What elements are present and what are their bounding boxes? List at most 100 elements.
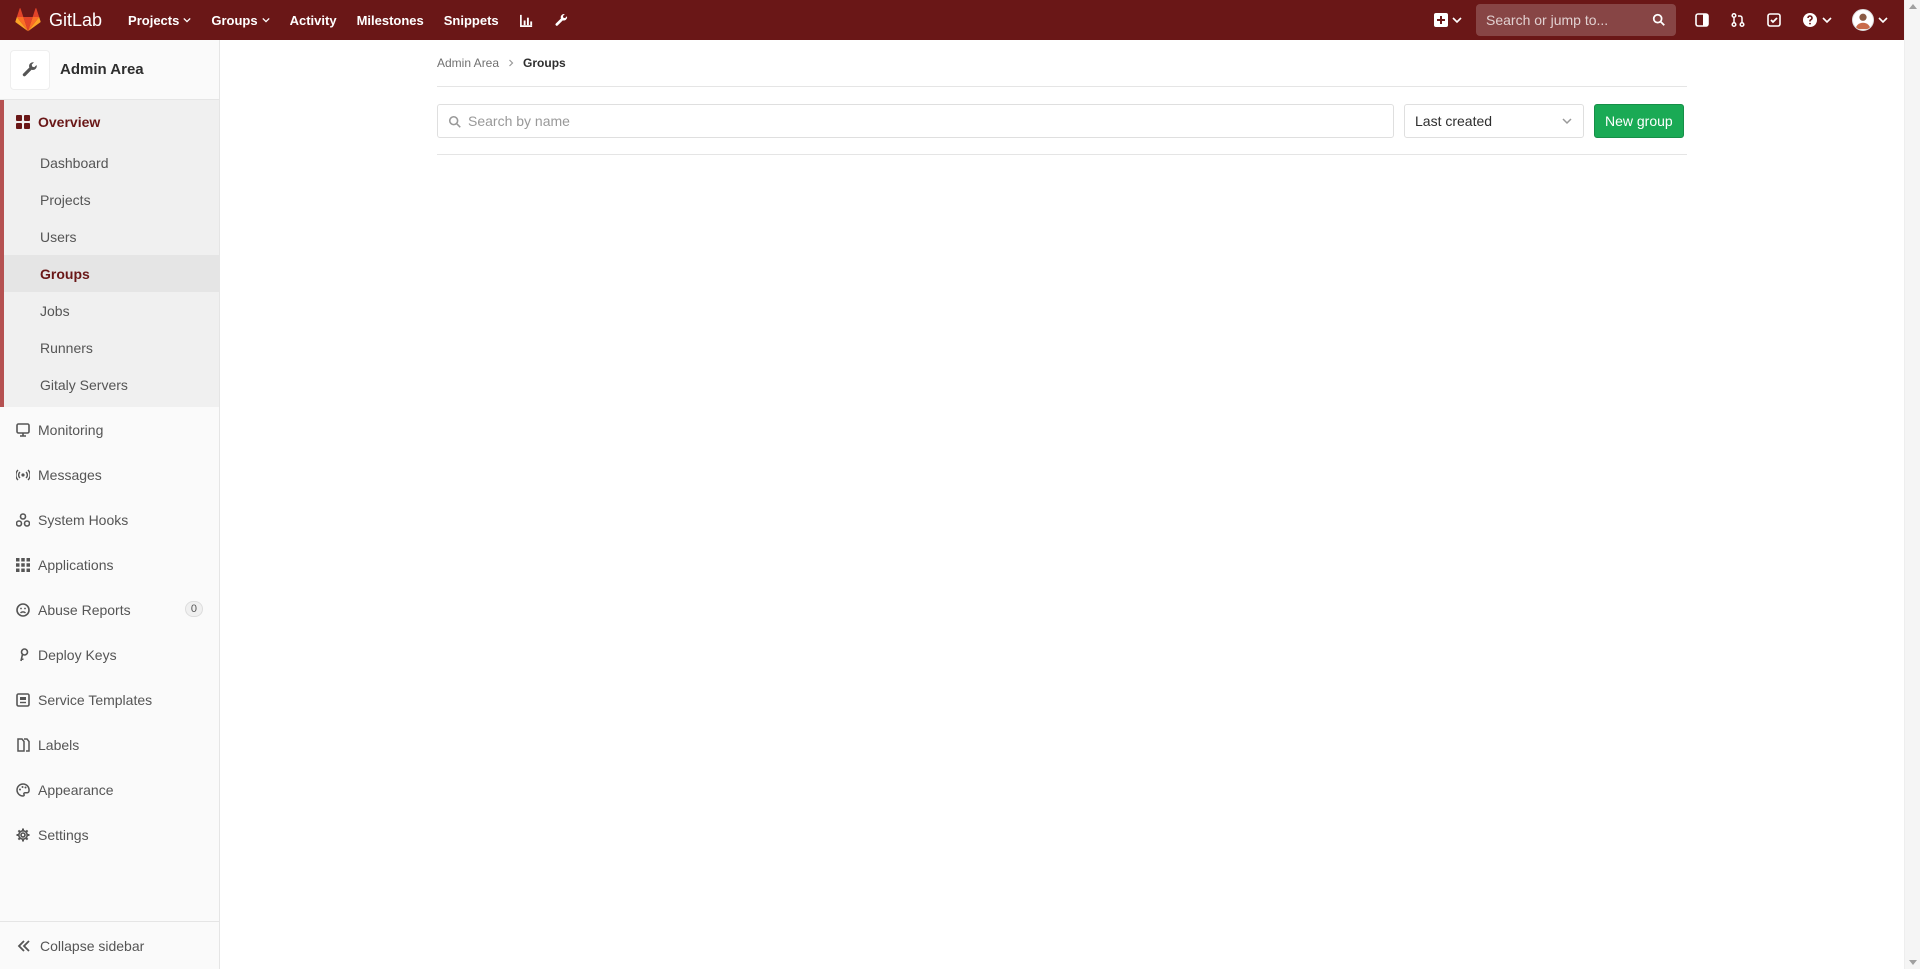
sidebar-subitem-gitaly-servers[interactable]: Gitaly Servers: [4, 366, 219, 403]
nav-projects-dropdown[interactable]: Projects: [118, 0, 201, 40]
sidebar-item-service-templates[interactable]: Service Templates: [0, 677, 219, 722]
sidebar-subitem-jobs[interactable]: Jobs: [4, 292, 219, 329]
brand-name: GitLab: [49, 9, 103, 30]
palette-icon: [16, 782, 30, 797]
sidebar-subitem-groups[interactable]: Groups: [4, 255, 219, 292]
global-search-input[interactable]: [1486, 12, 1646, 28]
sidebar-item-settings[interactable]: Settings: [0, 812, 219, 857]
monitor-icon: [16, 422, 30, 437]
sidebar-subitem-runners[interactable]: Runners: [4, 329, 219, 366]
context-header[interactable]: Admin Area: [0, 40, 219, 100]
chevron-right-icon: [509, 59, 514, 67]
nav-admin-area-link[interactable]: [544, 0, 579, 40]
sidebar-subitem-dashboard[interactable]: Dashboard: [4, 144, 219, 181]
scroll-down-arrow[interactable]: [1909, 960, 1917, 965]
breadcrumb: Admin Area Groups: [437, 40, 1687, 87]
template-icon: [16, 692, 30, 707]
sidebar-item-label: Monitoring: [38, 421, 104, 438]
abuse-reports-count-badge: 0: [184, 601, 203, 617]
admin-avatar: [10, 49, 50, 90]
labels-icon: [17, 737, 30, 752]
overview-sub-list: Dashboard Projects Users Groups Jobs Run…: [4, 144, 219, 407]
sidebar-item-appearance[interactable]: Appearance: [0, 767, 219, 812]
wrench-icon: [555, 13, 567, 26]
sidebar-item-label: System Hooks: [38, 511, 129, 528]
broadcast-icon: [16, 469, 30, 480]
nav-activity-chart-link[interactable]: [509, 0, 544, 40]
chevron-down-icon: [183, 17, 192, 23]
gitlab-home-link[interactable]: GitLab: [15, 0, 102, 40]
search-icon: [1652, 13, 1665, 26]
breadcrumb-admin-area[interactable]: Admin Area: [437, 56, 499, 70]
sidebar-subitem-projects[interactable]: Projects: [4, 181, 219, 218]
groups-filter-bar: Last created New group: [437, 87, 1687, 155]
collapse-sidebar-label: Collapse sidebar: [40, 937, 145, 954]
sidebar-toggle-icon: [1695, 13, 1709, 27]
double-chevron-left-icon: [17, 939, 30, 952]
page-scrollbar[interactable]: [1904, 0, 1920, 969]
admin-sidebar: Admin Area Overview Dashboard Projects U…: [0, 40, 220, 969]
sidebar-item-overview[interactable]: Overview: [4, 100, 219, 144]
sidebar-item-label: Applications: [38, 556, 114, 573]
sidebar-item-applications[interactable]: Applications: [0, 542, 219, 587]
sidebar-item-deploy-keys[interactable]: Deploy Keys: [0, 632, 219, 677]
sort-dropdown[interactable]: Last created: [1404, 103, 1584, 138]
hook-icon: [16, 512, 30, 527]
breadcrumb-groups[interactable]: Groups: [523, 56, 566, 70]
context-title: Admin Area: [60, 61, 144, 78]
nav-projects-label: Projects: [128, 12, 180, 28]
gitlab-logo-icon: [15, 8, 41, 32]
sidebar-subitem-users[interactable]: Users: [4, 218, 219, 255]
overview-section: Overview Dashboard Projects Users Groups…: [0, 100, 219, 407]
sidebar-item-labels[interactable]: Labels: [0, 722, 219, 767]
merge-requests-button[interactable]: [1720, 0, 1756, 40]
user-avatar-icon: [1855, 13, 1871, 30]
abuse-icon: [16, 602, 30, 617]
avatar: [1852, 9, 1874, 31]
nav-activity-link[interactable]: Activity: [280, 0, 347, 40]
key-icon: [20, 647, 29, 661]
chevron-down-icon: [261, 17, 270, 23]
chevron-down-icon: [1822, 17, 1832, 24]
nav-milestones-link[interactable]: Milestones: [347, 0, 434, 40]
sidebar-item-abuse-reports[interactable]: Abuse Reports 0: [0, 587, 219, 632]
sidebar-item-monitoring[interactable]: Monitoring: [0, 407, 219, 452]
sidebar-toggle-button[interactable]: [1684, 0, 1720, 40]
settings-icon: [16, 828, 30, 841]
sidebar-item-label: Overview: [38, 114, 101, 130]
collapse-sidebar-button[interactable]: Collapse sidebar: [0, 921, 219, 969]
chevron-down-icon: [1878, 17, 1888, 24]
sidebar-item-messages[interactable]: Messages: [0, 452, 219, 497]
main-content: Admin Area Groups Last created New group: [437, 40, 1687, 155]
nav-groups-dropdown[interactable]: Groups: [201, 0, 279, 40]
sidebar-item-label: Service Templates: [38, 691, 153, 708]
plus-square-icon: [1434, 13, 1448, 27]
user-menu-dropdown[interactable]: [1842, 0, 1904, 40]
sidebar-item-label: Messages: [38, 466, 102, 483]
wrench-icon: [22, 61, 37, 76]
sidebar-item-label: Appearance: [38, 781, 114, 798]
help-icon: [1803, 13, 1817, 27]
overview-grid-icon: [16, 115, 30, 129]
sidebar-item-label: Labels: [38, 736, 80, 753]
new-group-button[interactable]: New group: [1594, 103, 1684, 138]
merge-request-icon: [1731, 12, 1745, 28]
chevron-down-icon: [1562, 117, 1572, 124]
new-item-dropdown[interactable]: [1426, 0, 1470, 40]
chart-icon: [519, 14, 532, 27]
sidebar-item-label: Abuse Reports: [38, 601, 131, 618]
top-navbar: GitLab Projects Groups Activity Mileston…: [0, 0, 1904, 40]
scroll-up-arrow[interactable]: [1909, 4, 1917, 9]
nav-snippets-link[interactable]: Snippets: [434, 0, 509, 40]
sidebar-item-system-hooks[interactable]: System Hooks: [0, 497, 219, 542]
group-search: [437, 103, 1394, 138]
group-search-input[interactable]: [468, 112, 1368, 129]
search-icon: [448, 115, 461, 128]
chevron-down-icon: [1452, 17, 1462, 24]
sidebar-item-label: Deploy Keys: [38, 646, 117, 663]
global-search: [1476, 4, 1676, 36]
applications-icon: [16, 557, 30, 572]
todos-button[interactable]: [1756, 0, 1792, 40]
todo-check-icon: [1767, 13, 1781, 27]
help-dropdown[interactable]: [1792, 0, 1842, 40]
